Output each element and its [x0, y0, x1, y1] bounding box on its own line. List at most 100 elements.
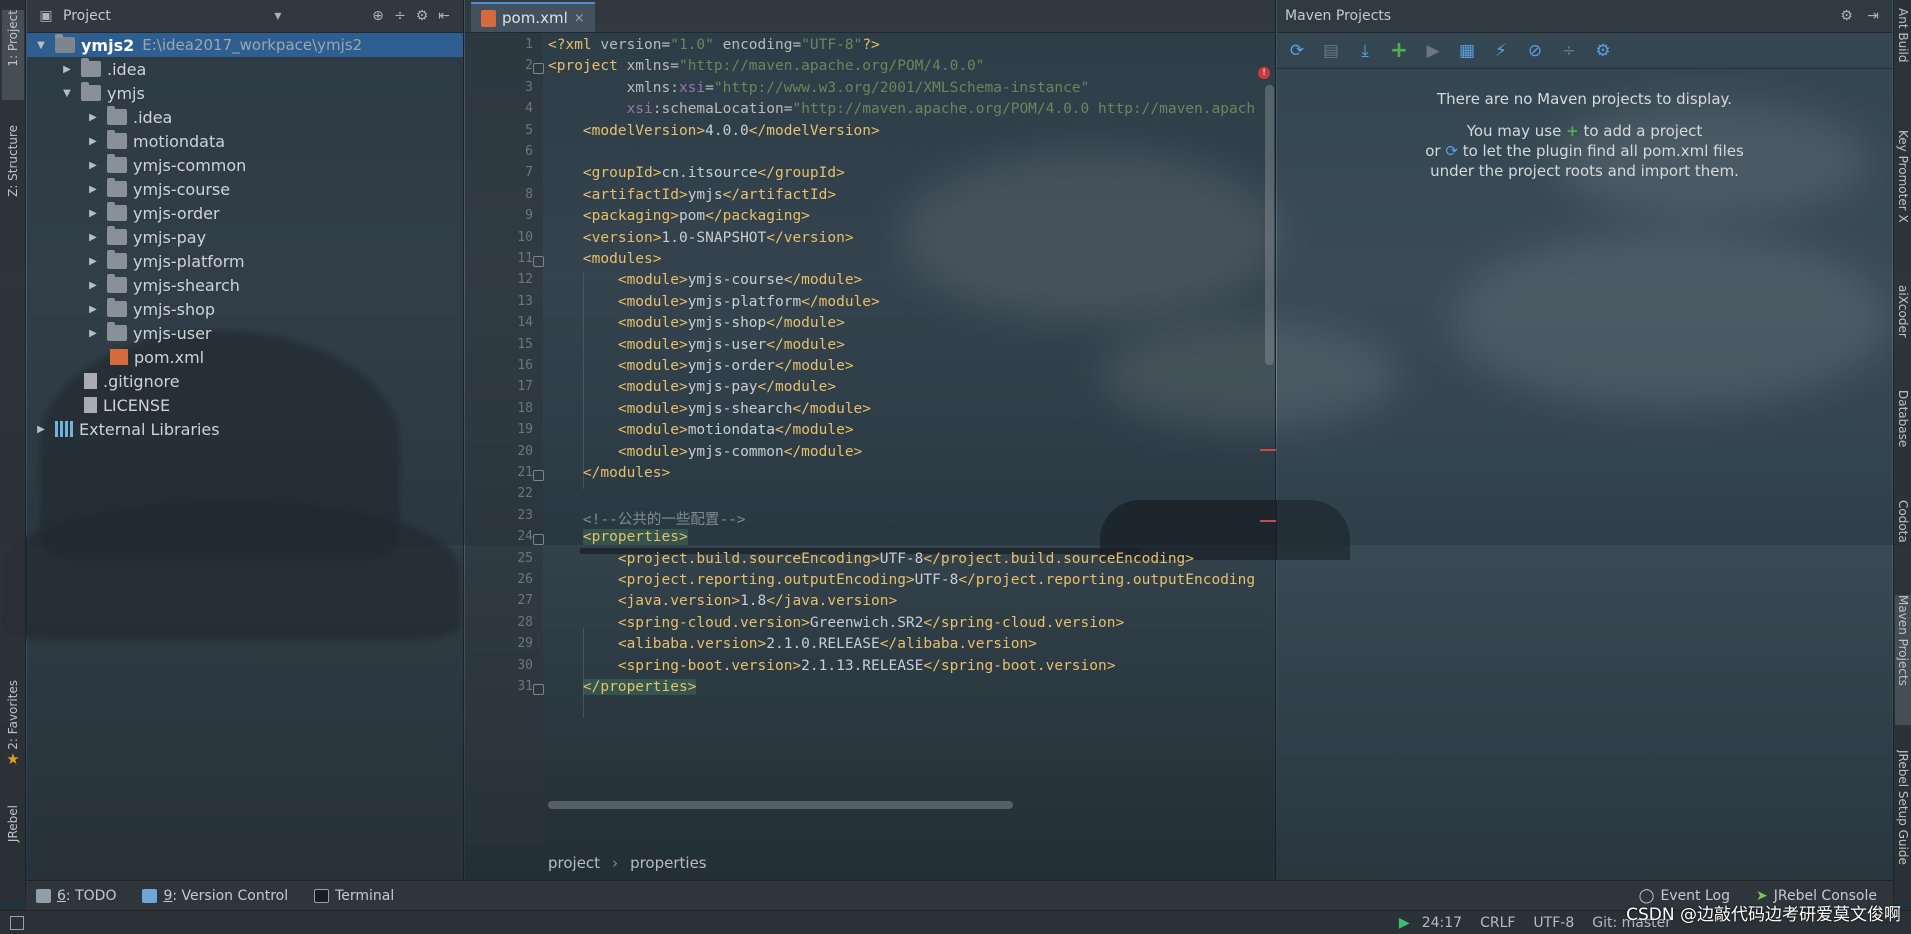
collapsed-arrow-icon[interactable]: ▶	[59, 64, 75, 75]
editor-tab-pom-xml[interactable]: pom.xml ×	[471, 2, 595, 32]
todo-tool-button[interactable]: 6: TODO	[36, 888, 116, 904]
maven-message-text: to let the plugin find all pom.xml files	[1462, 142, 1744, 160]
tree-item[interactable]: .gitignore	[27, 369, 463, 393]
tab-maven-projects[interactable]: Maven Projects	[1895, 595, 1911, 725]
fold-marker-icon[interactable]	[533, 534, 544, 546]
run-icon[interactable]: ▶	[1421, 39, 1445, 63]
project-view-selector[interactable]: ▣ Project ▾	[35, 6, 367, 26]
tab-ant-build[interactable]: Ant Build	[1895, 8, 1911, 98]
breadcrumb-separator: ›	[612, 853, 619, 872]
breadcrumb-item-properties[interactable]: properties	[630, 854, 707, 872]
plus-icon[interactable]: +	[1566, 122, 1579, 140]
hide-panel-icon[interactable]: ⇥	[1862, 6, 1884, 26]
gear-icon[interactable]: ⚙	[1836, 6, 1858, 26]
code-token: 1.8	[740, 593, 767, 610]
tree-item[interactable]: ▶ ymjs-pay	[27, 225, 463, 249]
refresh-icon[interactable]: ⟳	[1285, 39, 1309, 63]
collapsed-arrow-icon[interactable]: ▶	[85, 328, 101, 339]
code-area[interactable]: 1 2 3 4 5 6 7 8 9 10 11 12 13 14 15 16 17 18 19 20 21 22 23 24 2…	[465, 33, 1276, 845]
collapsed-arrow-icon[interactable]: ▶	[33, 424, 49, 435]
code-token: <modules>	[548, 251, 662, 267]
tab-key-promoter[interactable]: Key Promoter X	[1895, 130, 1911, 280]
collapsed-arrow-icon[interactable]: ▶	[85, 184, 101, 195]
maven-settings-icon[interactable]: ⚙	[1591, 39, 1615, 63]
line-number: 7	[525, 165, 533, 181]
tree-item[interactable]: ▶ ymjs-user	[27, 321, 463, 345]
error-stripe-mark[interactable]	[1260, 520, 1276, 522]
code-token: </module>	[783, 443, 863, 460]
tab-database[interactable]: Database	[1895, 390, 1911, 480]
add-icon[interactable]: +	[1387, 38, 1411, 63]
tab-favorites[interactable]: 2: Favorites ★	[2, 680, 24, 780]
code-token: xmlns=	[626, 58, 679, 75]
close-icon[interactable]: ×	[574, 11, 585, 26]
tree-item[interactable]: ▶ ymjs-common	[27, 153, 463, 177]
error-stripe-mark[interactable]	[1260, 449, 1276, 451]
gear-icon[interactable]: ⚙	[411, 6, 433, 26]
folder-icon	[107, 298, 127, 317]
tab-jrebel[interactable]: JRebel	[2, 805, 24, 875]
fold-marker-icon[interactable]	[533, 470, 544, 481]
expanded-arrow-icon[interactable]: ▼	[59, 88, 75, 99]
tab-aixcoder[interactable]: aiXcoder	[1895, 285, 1911, 365]
collapsed-arrow-icon[interactable]: ▶	[85, 256, 101, 267]
generate-sources-icon[interactable]: ▤	[1319, 39, 1343, 63]
tree-item[interactable]: ▶ ymjs-order	[27, 201, 463, 225]
tab-structure[interactable]: Z: Structure	[2, 125, 24, 225]
collapsed-arrow-icon[interactable]: ▶	[85, 232, 101, 243]
tree-item[interactable]: ▶ ymjs-course	[27, 177, 463, 201]
collapse-all-icon[interactable]: ÷	[389, 6, 411, 26]
tree-item[interactable]: ▶ ymjs-shop	[27, 297, 463, 321]
hide-panel-icon[interactable]: ⇤	[433, 6, 455, 26]
file-encoding[interactable]: UTF-8	[1533, 915, 1574, 931]
collapsed-arrow-icon[interactable]: ▶	[85, 160, 101, 171]
fold-marker-icon[interactable]	[533, 684, 544, 695]
tree-item[interactable]: ▼ ymjs	[27, 81, 463, 105]
breadcrumb-item-project[interactable]: project	[548, 854, 600, 872]
execute-goal-icon[interactable]: ▦	[1455, 39, 1479, 63]
tree-item[interactable]: ▶ External Libraries	[27, 417, 463, 441]
code-token: =	[705, 79, 714, 96]
tree-item[interactable]: ▼ ymjs2 E:\idea2017_workpace\ymjs2	[27, 33, 463, 57]
tree-item-label: ymjs2	[81, 35, 135, 55]
tab-codota[interactable]: Codota	[1895, 500, 1911, 570]
error-indicator-icon[interactable]: !	[1258, 67, 1270, 79]
collapsed-arrow-icon[interactable]: ▶	[85, 112, 101, 123]
expanded-arrow-icon[interactable]: ▼	[33, 40, 49, 51]
maven-message-line3: or ⟳ to let the plugin find all pom.xml …	[1277, 141, 1892, 161]
download-icon[interactable]: ⤓	[1353, 39, 1377, 63]
horizontal-scrollbar[interactable]	[548, 801, 1013, 809]
line-separator[interactable]: CRLF	[1480, 915, 1515, 931]
tree-item[interactable]: ▶ ymjs-platform	[27, 249, 463, 273]
tab-project[interactable]: 1: Project	[2, 10, 24, 100]
version-control-tool-button[interactable]: 9: Version Control	[142, 888, 288, 904]
xml-file-icon	[481, 9, 496, 27]
fold-marker-icon[interactable]	[533, 256, 544, 267]
collapsed-arrow-icon[interactable]: ▶	[85, 304, 101, 315]
locate-icon[interactable]: ⊕	[367, 6, 389, 26]
line-number: 8	[525, 186, 533, 202]
collapse-all-icon[interactable]: ÷	[1557, 39, 1581, 63]
fold-marker-icon[interactable]	[533, 63, 544, 75]
tree-item[interactable]: ▶ .idea	[27, 57, 463, 81]
chevron-down-icon[interactable]: ▾	[267, 6, 289, 26]
skip-tests-icon[interactable]: ⊘	[1523, 39, 1547, 63]
tab-jrebel-setup[interactable]: JRebel Setup Guide	[1895, 750, 1911, 895]
line-number: 3	[525, 79, 533, 95]
collapsed-arrow-icon[interactable]: ▶	[85, 208, 101, 219]
vertical-scrollbar[interactable]	[1265, 85, 1274, 365]
collapsed-arrow-icon[interactable]: ▶	[85, 136, 101, 147]
tree-item[interactable]: LICENSE	[27, 393, 463, 417]
code-line: <modelVersion>4.0.0</modelVersion>	[548, 123, 880, 139]
toggle-offline-icon[interactable]: ⚡	[1489, 39, 1513, 63]
tree-item[interactable]: pom.xml	[27, 345, 463, 369]
tool-windows-toggle-icon[interactable]	[10, 915, 24, 930]
tree-item[interactable]: ▶ .idea	[27, 105, 463, 129]
folder-icon	[107, 250, 127, 269]
collapsed-arrow-icon[interactable]: ▶	[85, 280, 101, 291]
terminal-tool-button[interactable]: Terminal	[314, 888, 394, 904]
tree-item[interactable]: ▶ ymjs-shearch	[27, 273, 463, 297]
tree-item[interactable]: ▶ motiondata	[27, 129, 463, 153]
caret-position[interactable]: 24:17	[1422, 915, 1462, 931]
refresh-icon[interactable]: ⟳	[1445, 142, 1458, 160]
